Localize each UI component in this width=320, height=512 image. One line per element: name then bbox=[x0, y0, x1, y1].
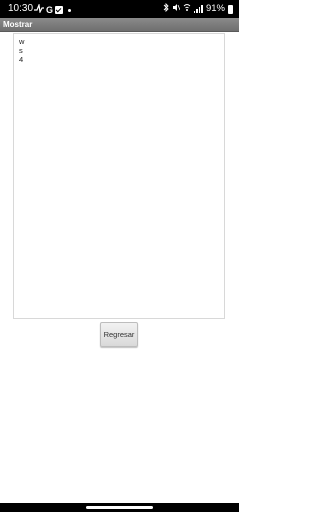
activity-icon bbox=[34, 2, 44, 16]
text-line: s bbox=[19, 46, 23, 55]
status-bar: 10:30 G 91% bbox=[0, 0, 239, 18]
text-line: w bbox=[19, 37, 25, 46]
screen: 10:30 G 91% Mostrar w s 4 Regresar bbox=[0, 0, 239, 512]
back-button[interactable]: Regresar bbox=[100, 322, 138, 347]
home-handle[interactable] bbox=[86, 506, 153, 509]
output-text-area[interactable]: w s 4 bbox=[13, 33, 225, 319]
navigation-bar bbox=[0, 503, 239, 512]
signal-icon bbox=[193, 5, 203, 13]
battery-percent: 91% bbox=[205, 3, 225, 14]
app-bar: Mostrar bbox=[0, 18, 239, 32]
text-line: 4 bbox=[19, 55, 24, 64]
status-left-icons: G bbox=[34, 2, 72, 16]
battery-icon bbox=[228, 4, 233, 14]
notification-dot-icon bbox=[68, 8, 72, 12]
status-right-icons: 91% bbox=[163, 0, 233, 18]
bluetooth-icon bbox=[163, 2, 169, 15]
google-icon: G bbox=[46, 5, 54, 15]
status-time: 10:30 bbox=[8, 3, 34, 14]
app-title: Mostrar bbox=[3, 20, 33, 29]
check-app-icon bbox=[55, 6, 64, 14]
wifi-calling-icon bbox=[183, 3, 191, 15]
mute-icon bbox=[172, 3, 181, 15]
